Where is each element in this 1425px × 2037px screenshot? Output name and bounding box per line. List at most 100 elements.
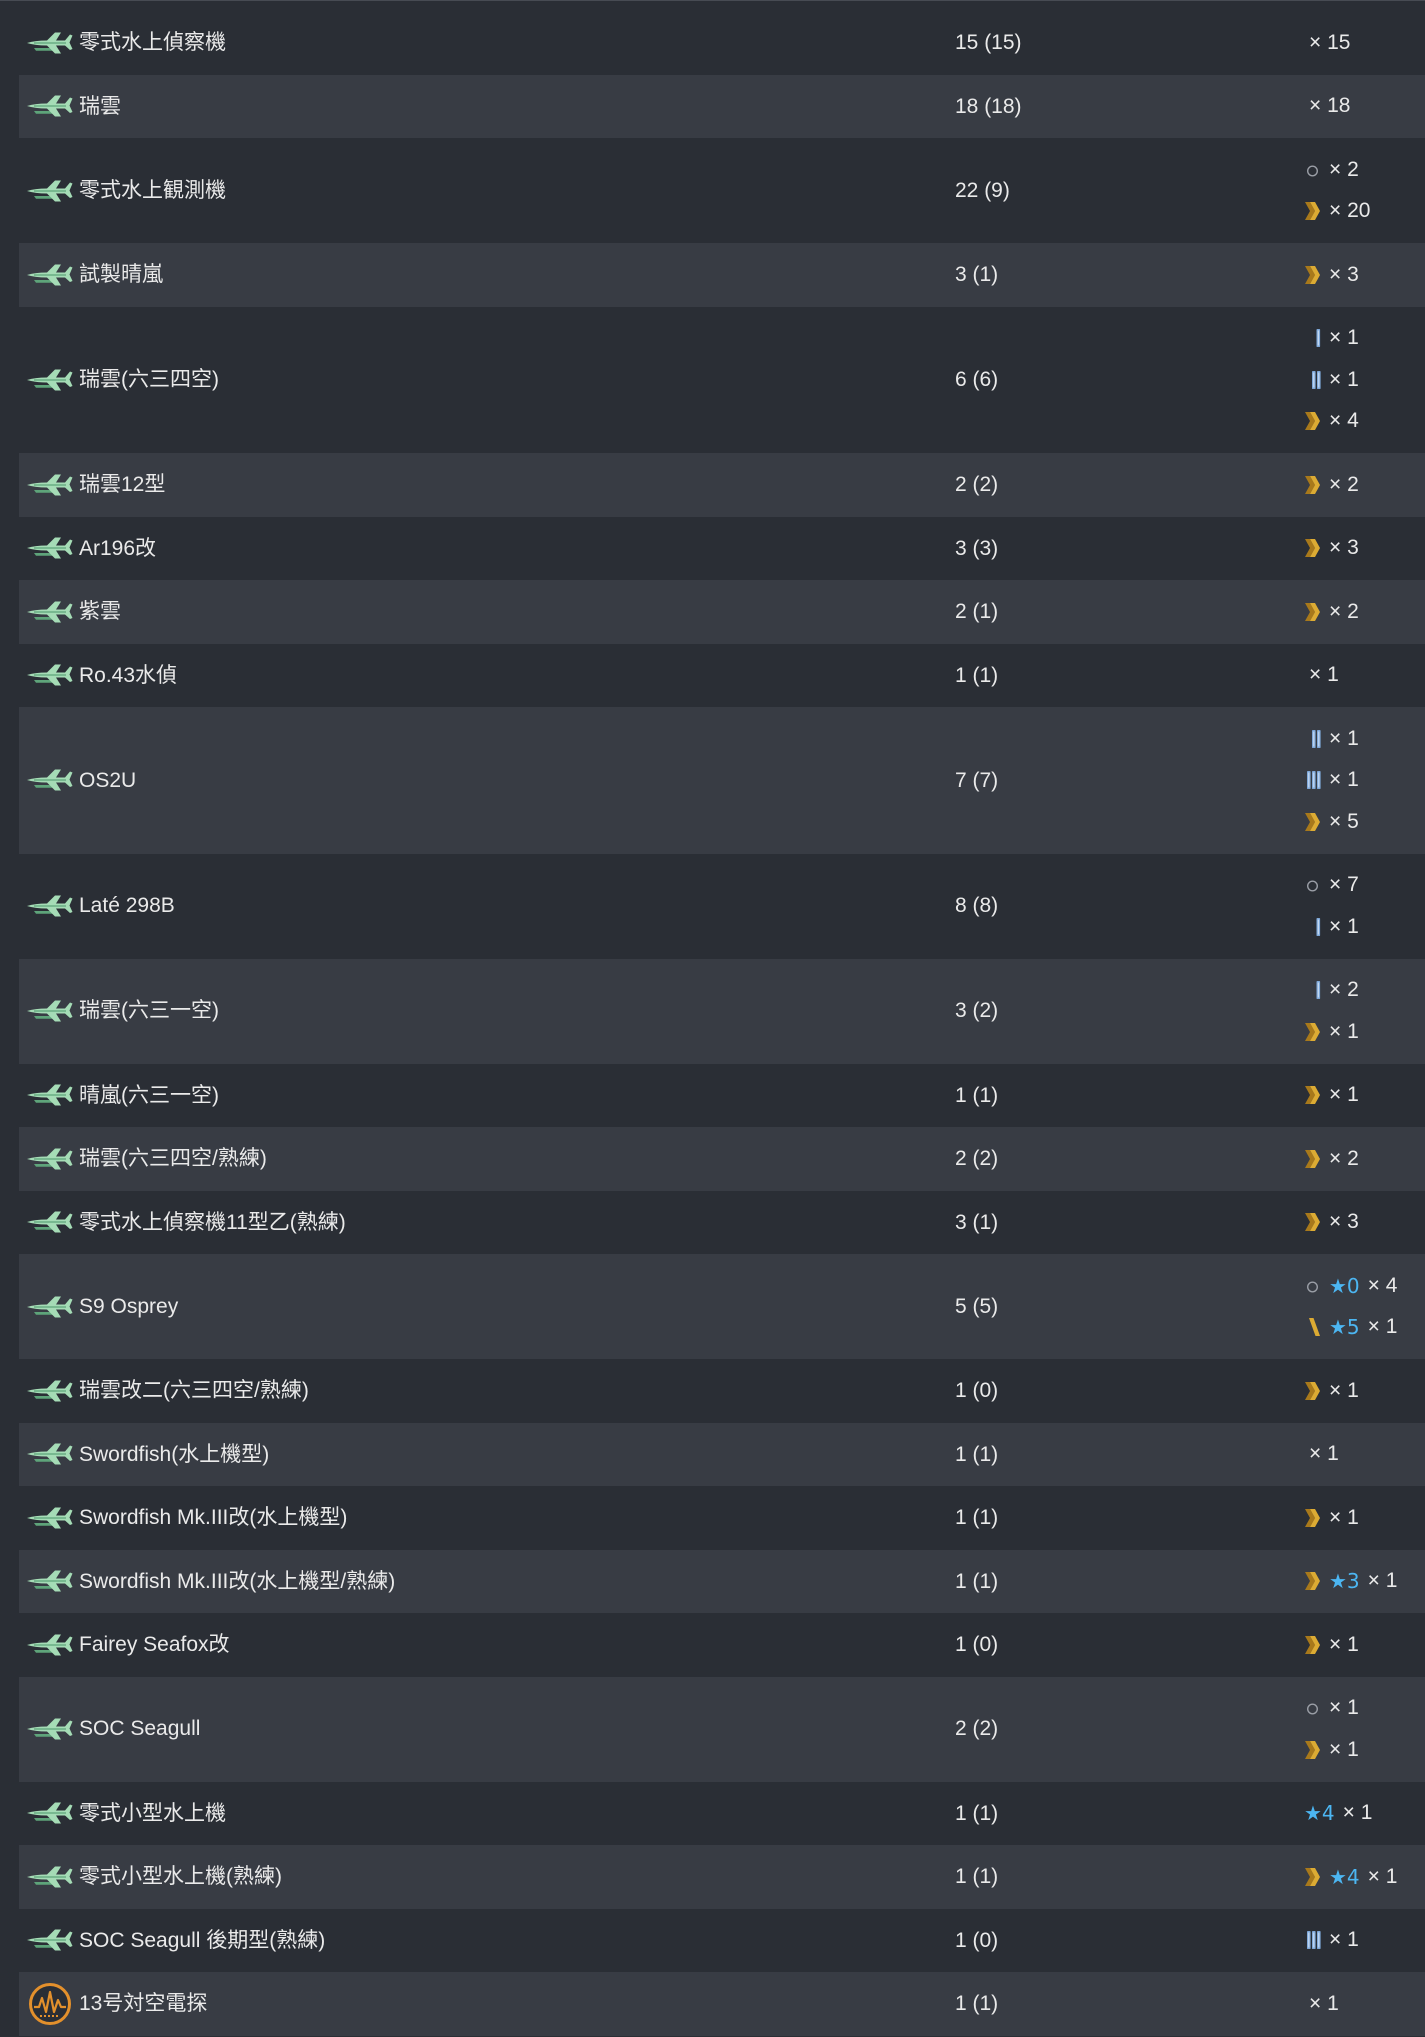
proficiency-max-icon xyxy=(1304,474,1321,496)
quantity: × 3 xyxy=(1329,262,1359,286)
proficiency-breakdown: × 1 xyxy=(1304,1497,1425,1539)
equipment-name: 零式小型水上機 xyxy=(79,1801,226,1825)
equipment-count: 1 (0) xyxy=(955,1633,999,1656)
quantity: × 1 xyxy=(1329,768,1359,792)
quantity: × 4 xyxy=(1329,409,1359,433)
equipment-count: 8 (8) xyxy=(955,894,999,918)
proficiency-max-icon xyxy=(1304,1211,1321,1233)
equipment-count: 1 (1) xyxy=(955,663,999,687)
proficiency-zero-icon xyxy=(1304,1275,1321,1297)
equipment-name: Swordfish(水上機型) xyxy=(79,1442,270,1466)
quantity: × 1 xyxy=(1329,1083,1359,1107)
quantity: × 1 xyxy=(1309,1991,1339,2015)
table-row: Ro.43水偵 1 (1) × 1 xyxy=(19,644,1425,708)
quantity: × 1 xyxy=(1329,1505,1359,1529)
proficiency-line: × 15 xyxy=(1304,22,1425,64)
equipment-count: 6 (6) xyxy=(955,368,999,391)
proficiency-max-icon xyxy=(1304,811,1321,833)
proficiency-line: × 2 xyxy=(1304,1138,1425,1180)
proficiency-breakdown: ★4 × 1 xyxy=(1304,1793,1425,1835)
proficiency-line: ★4 × 1 xyxy=(1304,1856,1425,1898)
proficiency-breakdown: × 2 xyxy=(1304,1138,1425,1180)
seaplane-icon xyxy=(26,990,73,1032)
equipment-name: Laté 298B xyxy=(79,894,175,918)
seaplane-icon xyxy=(26,1920,73,1962)
proficiency-line: ★4 × 1 xyxy=(1304,1793,1425,1835)
proficiency-line: ★5 × 1 xyxy=(1304,1307,1425,1349)
quantity: × 2 xyxy=(1329,1146,1359,1170)
equipment-name: 13号対空電探 xyxy=(79,1992,208,2015)
seaplane-icon xyxy=(26,1138,73,1180)
proficiency-breakdown: × 1 xyxy=(1304,1624,1425,1666)
proficiency-line: × 7 xyxy=(1304,865,1425,907)
table-row: Swordfish Mk.III改(水上機型) 1 (1) × 1 xyxy=(19,1486,1425,1550)
proficiency-line: × 20 xyxy=(1304,191,1425,233)
proficiency-breakdown: × 1 xyxy=(1304,1370,1425,1412)
equipment-name: Ar196改 xyxy=(79,536,157,560)
quantity: × 1 xyxy=(1329,914,1359,938)
proficiency-max-icon xyxy=(1304,1021,1321,1043)
equipment-count: 1 (1) xyxy=(955,1992,999,2015)
proficiency-breakdown: ★3 × 1 xyxy=(1304,1561,1425,1603)
table-row: 瑞雲 18 (18) × 18 xyxy=(19,74,1425,138)
equipment-name: 瑞雲12型 xyxy=(79,473,166,496)
seaplane-icon xyxy=(26,760,73,802)
equipment-count: 1 (1) xyxy=(955,1865,999,1888)
quantity: × 1 xyxy=(1329,726,1359,750)
table-row: 瑞雲(六三四空/熟練) 2 (2) × 2 xyxy=(19,1127,1425,1191)
quantity: × 1 xyxy=(1342,1801,1373,1825)
proficiency-breakdown: ★0 × 4 ★5 × 1 xyxy=(1304,1265,1425,1348)
quantity: × 1 xyxy=(1329,1928,1359,1952)
quantity: × 18 xyxy=(1309,94,1351,118)
table-row: SOC Seagull 2 (2) × 1 × 1 xyxy=(19,1676,1425,1782)
quantity: × 5 xyxy=(1329,809,1359,833)
equipment-count: 1 (1) xyxy=(955,1569,999,1593)
proficiency-breakdown: × 15 xyxy=(1304,22,1425,64)
equipment-count: 2 (2) xyxy=(955,473,999,496)
proficiency-line: × 2 xyxy=(1304,970,1425,1012)
proficiency-line: × 1 xyxy=(1304,1011,1425,1053)
equipment-table: 零式水上偵察機 15 (15) × 15 瑞雲 18 (18) × 18 零式水上観測機 22… xyxy=(0,0,1425,2036)
equipment-count: 3 (2) xyxy=(955,999,999,1023)
quantity: × 15 xyxy=(1309,30,1351,54)
seaplane-icon xyxy=(26,1370,73,1412)
proficiency-line: × 1 xyxy=(1304,1624,1425,1666)
equipment-name: 零式水上観測機 xyxy=(79,178,226,202)
equipment-count: 1 (1) xyxy=(955,1083,999,1107)
proficiency-line: × 18 xyxy=(1304,86,1425,128)
equipment-count: 2 (2) xyxy=(955,1717,999,1741)
equipment-count: 2 (1) xyxy=(955,600,999,623)
seaplane-icon xyxy=(26,655,73,697)
proficiency-breakdown: × 3 xyxy=(1304,1202,1425,1244)
equipment-count: 3 (1) xyxy=(955,1210,999,1234)
proficiency-max-icon xyxy=(1304,1507,1321,1529)
proficiency-max-icon xyxy=(1304,410,1321,432)
seaplane-icon xyxy=(26,22,73,64)
proficiency-3-icon xyxy=(1304,769,1321,791)
proficiency-line: × 1 xyxy=(1304,1497,1425,1539)
equipment-name: Fairey Seafox改 xyxy=(79,1633,230,1656)
seaplane-icon xyxy=(26,1708,73,1750)
table-row: 瑞雲12型 2 (2) × 2 xyxy=(19,453,1425,517)
equipment-name: S9 Osprey xyxy=(79,1294,179,1318)
seaplane-icon xyxy=(26,1497,73,1539)
table-row: 晴嵐(六三一空) 1 (1) × 1 xyxy=(19,1064,1425,1128)
proficiency-line: × 1 xyxy=(1304,359,1425,401)
proficiency-line: × 3 xyxy=(1304,528,1425,570)
equipment-name: Swordfish Mk.III改(水上機型/熟練) xyxy=(79,1569,396,1593)
proficiency-line: × 1 xyxy=(1304,1434,1425,1476)
quantity: × 1 xyxy=(1367,1864,1398,1888)
proficiency-line: × 1 xyxy=(1304,760,1425,802)
equipment-count: 3 (1) xyxy=(955,263,999,286)
equipment-name: 瑞雲(六三四空) xyxy=(79,368,219,391)
equipment-count: 18 (18) xyxy=(955,94,1022,118)
seaplane-icon xyxy=(26,1561,73,1603)
proficiency-max-icon xyxy=(1304,601,1321,623)
seaplane-icon xyxy=(26,1286,73,1328)
equipment-name: 零式水上偵察機11型乙(熟練) xyxy=(79,1210,346,1234)
seaplane-icon xyxy=(26,885,73,927)
equipment-count: 2 (2) xyxy=(955,1147,999,1170)
improvement-level: ★3 xyxy=(1329,1569,1360,1594)
proficiency-line: × 1 xyxy=(1304,1370,1425,1412)
seaplane-icon xyxy=(26,1793,73,1835)
